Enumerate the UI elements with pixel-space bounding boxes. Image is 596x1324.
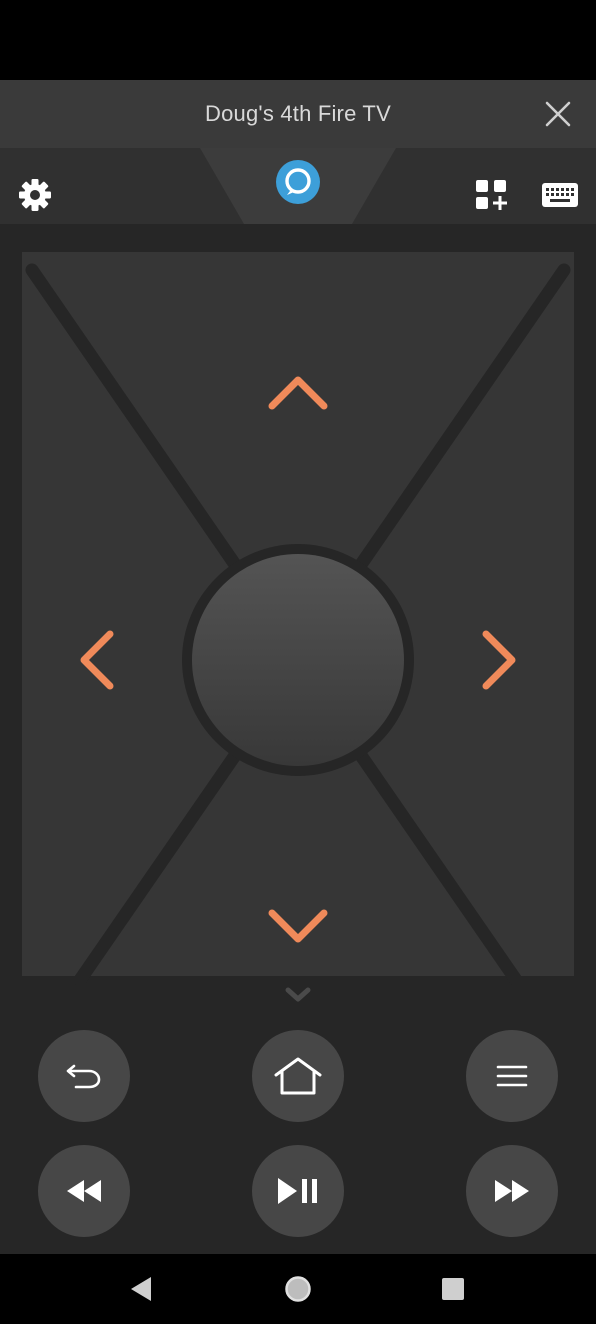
rewind-button[interactable]: [38, 1145, 130, 1237]
remote-panel: [0, 148, 596, 1254]
title-bar: Doug's 4th Fire TV: [0, 80, 596, 148]
home-button[interactable]: [252, 1030, 344, 1122]
close-icon[interactable]: [540, 96, 576, 132]
play-pause-icon: [278, 1178, 317, 1204]
circle-home-icon[interactable]: [284, 1275, 312, 1303]
device-title: Doug's 4th Fire TV: [205, 101, 391, 126]
select-button[interactable]: [192, 554, 404, 766]
status-bar: [0, 0, 596, 80]
menu-button[interactable]: [466, 1030, 558, 1122]
play-pause-button[interactable]: [252, 1145, 344, 1237]
home-icon: [274, 1057, 322, 1095]
collapse-chevron-icon[interactable]: [282, 984, 314, 1004]
square-recents-icon[interactable]: [441, 1277, 465, 1301]
system-nav-bar: [0, 1254, 596, 1324]
back-arrow-icon: [66, 1064, 101, 1089]
rewind-icon: [67, 1180, 101, 1202]
back-button[interactable]: [38, 1030, 130, 1122]
menu-icon: [496, 1065, 528, 1087]
fast-forward-icon: [495, 1180, 529, 1202]
fast-forward-button[interactable]: [466, 1145, 558, 1237]
dpad: [22, 252, 574, 987]
triangle-back-icon[interactable]: [128, 1276, 154, 1302]
